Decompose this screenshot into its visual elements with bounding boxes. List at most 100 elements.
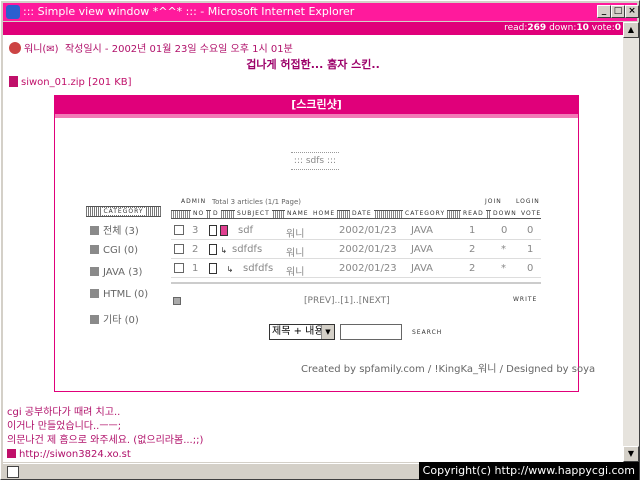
col-down: DOWN bbox=[491, 210, 519, 218]
ie-icon bbox=[6, 5, 20, 19]
user-icon bbox=[9, 42, 21, 54]
document-icon bbox=[209, 225, 217, 236]
row-vote: 0 bbox=[527, 263, 534, 274]
row-vote: 1 bbox=[527, 244, 534, 255]
vote-count: 0 bbox=[614, 23, 621, 33]
vote-label: vote: bbox=[591, 23, 615, 33]
folder-icon bbox=[90, 245, 99, 254]
mail-icon[interactable]: (✉) bbox=[42, 44, 58, 55]
read-label: read: bbox=[504, 23, 528, 33]
login-link[interactable]: LOGIN bbox=[516, 198, 540, 205]
pagination[interactable]: [PREV]..[1]..[NEXT] bbox=[304, 296, 390, 306]
row-date: 2002/01/23 bbox=[339, 263, 397, 274]
home-icon bbox=[7, 449, 16, 458]
header-divider bbox=[55, 114, 578, 118]
down-label: down: bbox=[549, 23, 577, 33]
page-content: read:269 down:10 vote:0 워니(✉) 작성일시 - 200… bbox=[3, 22, 623, 462]
write-button[interactable]: WRITE bbox=[513, 296, 537, 303]
col-home: HOME bbox=[311, 210, 338, 218]
category-label: 전체 (3) bbox=[103, 226, 139, 237]
chevron-down-icon[interactable]: ▼ bbox=[321, 325, 334, 339]
document-icon bbox=[209, 263, 217, 274]
category-item-all[interactable]: 전체 (3) bbox=[90, 222, 139, 237]
document-icon bbox=[209, 244, 217, 255]
category-item-html[interactable]: HTML (0) bbox=[90, 289, 148, 300]
minimize-button[interactable]: _ bbox=[597, 5, 611, 18]
grid-view-icon[interactable] bbox=[173, 297, 181, 305]
category-header: CATEGORY bbox=[86, 206, 161, 217]
search-field-select[interactable]: 제목 + 내용 ▼ bbox=[269, 324, 335, 340]
category-item-java[interactable]: JAVA (3) bbox=[90, 267, 142, 278]
col-d: D bbox=[211, 210, 221, 218]
row-date: 2002/01/23 bbox=[339, 244, 397, 255]
post-date: 작성일시 - 2002년 01월 23일 수요일 오후 1시 01분 bbox=[64, 44, 293, 55]
table-row[interactable]: 3 sdf 워니 2002/01/23 JAVA 1 0 0 bbox=[171, 222, 541, 240]
vertical-scrollbar[interactable]: ▲ ▼ bbox=[623, 22, 639, 462]
folder-icon bbox=[90, 315, 99, 324]
post-subject: 겁나게 허접한... 홈자 스킨.. bbox=[246, 58, 380, 71]
row-name[interactable]: 워니 bbox=[286, 263, 304, 278]
scroll-down-icon[interactable]: ▼ bbox=[623, 446, 639, 462]
window-title: ::: Simple view window *^^* ::: - Micros… bbox=[23, 5, 355, 18]
author-link[interactable]: 워니 bbox=[24, 44, 42, 55]
row-subject[interactable]: sdfdfs bbox=[243, 263, 273, 274]
row-down: 0 bbox=[501, 225, 508, 236]
row-category: JAVA bbox=[411, 225, 434, 236]
screenshot-frame: [스크린샷] ::: sdfs ::: CATEGORY 전체 (3) CGI … bbox=[54, 95, 595, 392]
col-read: READ bbox=[461, 210, 486, 218]
attachment-link[interactable]: siwon_01.zip [201 KB] bbox=[21, 77, 132, 88]
row-checkbox[interactable] bbox=[174, 263, 184, 273]
disk-icon bbox=[220, 225, 229, 236]
row-subject[interactable]: sdf bbox=[238, 225, 253, 236]
row-read: 1 bbox=[469, 225, 476, 236]
row-read: 2 bbox=[469, 244, 476, 255]
preview-title: ::: sdfs ::: bbox=[291, 152, 339, 170]
row-no: 2 bbox=[192, 244, 199, 255]
row-no: 3 bbox=[192, 225, 199, 236]
total-articles: Total 3 articles (1/1 Page) bbox=[212, 198, 301, 206]
row-category: JAVA bbox=[411, 244, 434, 255]
category-item-cgi[interactable]: CGI (0) bbox=[90, 245, 138, 256]
row-read: 2 bbox=[469, 263, 476, 274]
scroll-up-icon[interactable]: ▲ bbox=[623, 22, 639, 38]
category-label: CGI (0) bbox=[103, 245, 139, 256]
row-subject[interactable]: sdfdfs bbox=[232, 244, 262, 255]
admin-link[interactable]: ADMIN bbox=[181, 198, 206, 205]
table-row[interactable]: 1 ↳ sdfdfs 워니 2002/01/23 JAVA 2 * 0 bbox=[171, 260, 541, 278]
browser-window: ::: Simple view window *^^* ::: - Micros… bbox=[0, 0, 640, 480]
folder-icon bbox=[90, 226, 99, 235]
search-input[interactable] bbox=[340, 324, 402, 340]
status-bar: Copyright(c) http://www.happycgi.com bbox=[3, 462, 639, 480]
join-link[interactable]: JOIN bbox=[485, 198, 502, 205]
category-item-etc[interactable]: 기타 (0) bbox=[90, 311, 139, 326]
row-name[interactable]: 워니 bbox=[286, 225, 304, 240]
page-icon bbox=[7, 466, 19, 478]
maximize-button[interactable]: □ bbox=[611, 5, 625, 18]
search-button[interactable]: SEARCH bbox=[412, 329, 442, 336]
homepage-link[interactable]: http://siwon3824.xo.st bbox=[19, 449, 131, 460]
search-select-value: 제목 + 내용 bbox=[272, 326, 324, 337]
row-down: * bbox=[501, 244, 506, 255]
category-label: JAVA (3) bbox=[103, 267, 143, 278]
file-icon bbox=[9, 76, 18, 87]
row-checkbox[interactable] bbox=[174, 244, 184, 254]
screenshot-header: [스크린샷] bbox=[55, 96, 578, 114]
folder-icon bbox=[90, 267, 99, 276]
row-vote: 0 bbox=[527, 225, 534, 236]
row-no: 1 bbox=[192, 263, 199, 274]
row-checkbox[interactable] bbox=[174, 225, 184, 235]
body-line: cgi 공부하다가 때려 치고.. bbox=[7, 407, 121, 418]
row-category: JAVA bbox=[411, 263, 434, 274]
category-header-label: CATEGORY bbox=[101, 208, 146, 215]
homepage-line[interactable]: http://siwon3824.xo.st bbox=[7, 448, 203, 462]
copyright-banner: Copyright(c) http://www.happycgi.com bbox=[418, 462, 639, 480]
col-subject: SUBJECT bbox=[235, 210, 272, 218]
close-button[interactable]: × bbox=[625, 5, 639, 18]
table-row[interactable]: 2 ↳ sdfdfs 워니 2002/01/23 JAVA 2 * 1 bbox=[171, 241, 541, 259]
post-meta: 워니(✉) 작성일시 - 2002년 01월 23일 수요일 오후 1시 01분 bbox=[9, 40, 293, 55]
row-name[interactable]: 워니 bbox=[286, 244, 304, 259]
body-line: 의문나건 제 홈으로 와주세요. (없으리라봄...;;) bbox=[7, 435, 204, 446]
title-bar[interactable]: ::: Simple view window *^^* ::: - Micros… bbox=[3, 3, 637, 21]
row-icons bbox=[209, 225, 229, 237]
attachment[interactable]: siwon_01.zip [201 KB] bbox=[9, 76, 132, 88]
